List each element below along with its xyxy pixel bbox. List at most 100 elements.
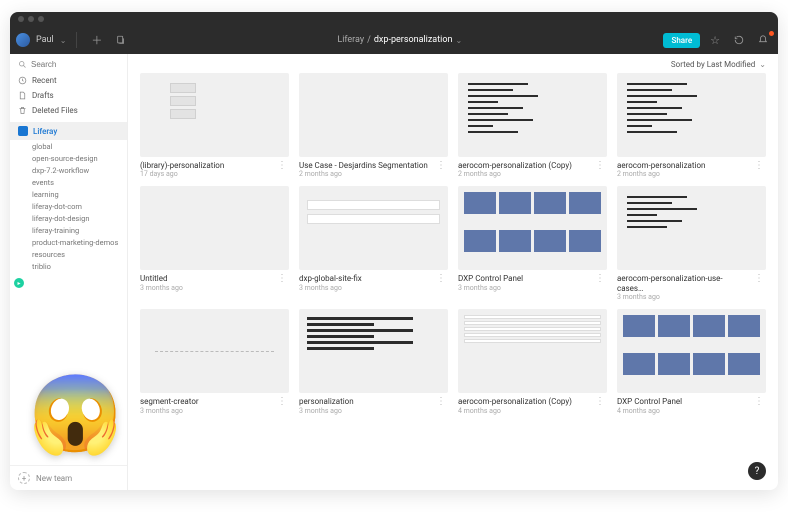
sidebar-project[interactable]: dxp-7.2-workflow	[32, 166, 127, 175]
file-title: Untitled	[140, 274, 183, 284]
sidebar-project[interactable]: liferay-dot-design	[32, 214, 127, 223]
sidebar-project[interactable]: triblio	[32, 262, 127, 271]
chevron-down-icon: ⌄	[455, 36, 462, 45]
file-card[interactable]: Use Case - Desjardins Segmentation 2 mon…	[299, 73, 448, 178]
file-card[interactable]: aerocom-personalization (Copy) 2 months …	[458, 73, 607, 178]
new-file-icon[interactable]	[112, 33, 130, 47]
sidebar-item-label: Recent	[32, 76, 57, 85]
file-time: 3 months ago	[299, 407, 354, 415]
thumbnail	[617, 73, 766, 157]
sidebar-drafts[interactable]: Drafts	[10, 88, 127, 103]
file-card[interactable]: DXP Control Panel 4 months ago ⋮	[617, 309, 766, 414]
file-title: segment-creator	[140, 397, 199, 407]
kebab-icon[interactable]: ⋮	[752, 274, 766, 284]
topbar: Paul ⌄ ＋ Liferay / dxp-personalization ⌄…	[10, 26, 778, 54]
thumbnail	[299, 309, 448, 393]
file-card[interactable]: aerocom-personalization 2 months ago ⋮	[617, 73, 766, 178]
chevron-down-icon: ⌄	[60, 36, 67, 45]
new-team-button[interactable]: + New team	[10, 465, 127, 490]
team-icon	[18, 126, 28, 136]
scream-emoji-overlay: 😱	[28, 376, 123, 452]
breadcrumb-project: dxp-personalization	[374, 35, 453, 45]
presence-indicator: ▸	[14, 278, 24, 288]
kebab-icon[interactable]: ⋮	[434, 397, 448, 407]
thumbnail	[140, 309, 289, 393]
kebab-icon[interactable]: ⋮	[593, 397, 607, 407]
breadcrumb-sep: /	[367, 35, 371, 45]
thumbnail	[299, 73, 448, 157]
clock-icon	[18, 76, 27, 85]
kebab-icon[interactable]: ⋮	[275, 161, 289, 171]
kebab-icon[interactable]: ⋮	[752, 397, 766, 407]
sidebar-item-label: Deleted Files	[32, 106, 78, 115]
file-time: 3 months ago	[299, 284, 362, 292]
sidebar-project[interactable]: global	[32, 142, 127, 151]
file-card[interactable]: Untitled 3 months ago ⋮	[140, 186, 289, 301]
file-time: 2 months ago	[299, 170, 428, 178]
search-input[interactable]	[31, 60, 119, 69]
kebab-icon[interactable]: ⋮	[434, 161, 448, 171]
file-title: DXP Control Panel	[617, 397, 682, 407]
sort-control[interactable]: Sorted by Last Modified ⌄	[140, 60, 766, 73]
kebab-icon[interactable]: ⋮	[593, 161, 607, 171]
plus-icon[interactable]: ＋	[87, 30, 106, 50]
sidebar-project[interactable]: learning	[32, 190, 127, 199]
topbar-actions: Share ☆	[663, 32, 772, 49]
thumbnail	[458, 186, 607, 270]
sidebar-team[interactable]: Liferay	[10, 122, 127, 140]
file-card[interactable]: personalization 3 months ago ⋮	[299, 309, 448, 414]
sidebar-project[interactable]: product-marketing-demos	[32, 238, 127, 247]
search-row[interactable]	[10, 58, 127, 73]
sort-label: Sorted by Last Modified	[671, 60, 755, 69]
breadcrumb[interactable]: Liferay / dxp-personalization ⌄	[136, 35, 663, 45]
app-window: Paul ⌄ ＋ Liferay / dxp-personalization ⌄…	[10, 12, 778, 490]
sidebar-recent[interactable]: Recent	[10, 73, 127, 88]
sidebar-deleted[interactable]: Deleted Files	[10, 103, 127, 118]
sidebar-project[interactable]: liferay-training	[32, 226, 127, 235]
file-time: 4 months ago	[458, 407, 572, 415]
team-name: Liferay	[33, 127, 57, 136]
bell-icon[interactable]	[754, 33, 772, 47]
main-content: Sorted by Last Modified ⌄ (library)-pers…	[128, 54, 778, 490]
file-title: Use Case - Desjardins Segmentation	[299, 161, 428, 171]
file-card[interactable]: aerocom-personalization (Copy) 4 months …	[458, 309, 607, 414]
user-menu[interactable]: Paul ⌄ ＋	[16, 30, 136, 50]
kebab-icon[interactable]: ⋮	[593, 274, 607, 284]
file-time: 4 months ago	[617, 407, 682, 415]
thumbnail	[458, 309, 607, 393]
kebab-icon[interactable]: ⋮	[275, 397, 289, 407]
file-title: aerocom-personalization (Copy)	[458, 161, 572, 171]
file-time: 2 months ago	[458, 170, 572, 178]
thumbnail	[140, 186, 289, 270]
search-icon	[18, 60, 27, 69]
divider	[76, 32, 77, 48]
sidebar-project[interactable]: resources	[32, 250, 127, 259]
file-card[interactable]: (library)-personalization 17 days ago ⋮	[140, 73, 289, 178]
kebab-icon[interactable]: ⋮	[275, 274, 289, 284]
trash-icon	[18, 106, 27, 115]
file-card[interactable]: aerocom-personalization-use-cases… 3 mon…	[617, 186, 766, 301]
sidebar-project[interactable]: liferay-dot-com	[32, 202, 127, 211]
file-card[interactable]: dxp-global-site-fix 3 months ago ⋮	[299, 186, 448, 301]
file-card[interactable]: DXP Control Panel 3 months ago ⋮	[458, 186, 607, 301]
kebab-icon[interactable]: ⋮	[434, 274, 448, 284]
notification-badge	[769, 31, 774, 36]
file-title: dxp-global-site-fix	[299, 274, 362, 284]
file-time: 3 months ago	[140, 407, 199, 415]
star-icon[interactable]: ☆	[706, 32, 724, 49]
maximize-dot[interactable]	[38, 16, 44, 22]
file-title: aerocom-personalization (Copy)	[458, 397, 572, 407]
close-dot[interactable]	[18, 16, 24, 22]
share-button[interactable]: Share	[663, 33, 700, 48]
file-title: aerocom-personalization	[617, 161, 705, 171]
file-title: personalization	[299, 397, 354, 407]
sidebar-project[interactable]: open-source-design	[32, 154, 127, 163]
help-button[interactable]: ?	[748, 462, 766, 480]
history-icon[interactable]	[730, 33, 748, 47]
kebab-icon[interactable]: ⋮	[752, 161, 766, 171]
sidebar-item-label: Drafts	[32, 91, 54, 100]
minimize-dot[interactable]	[28, 16, 34, 22]
file-card[interactable]: segment-creator 3 months ago ⋮	[140, 309, 289, 414]
file-time: 3 months ago	[140, 284, 183, 292]
sidebar-project[interactable]: events	[32, 178, 127, 187]
